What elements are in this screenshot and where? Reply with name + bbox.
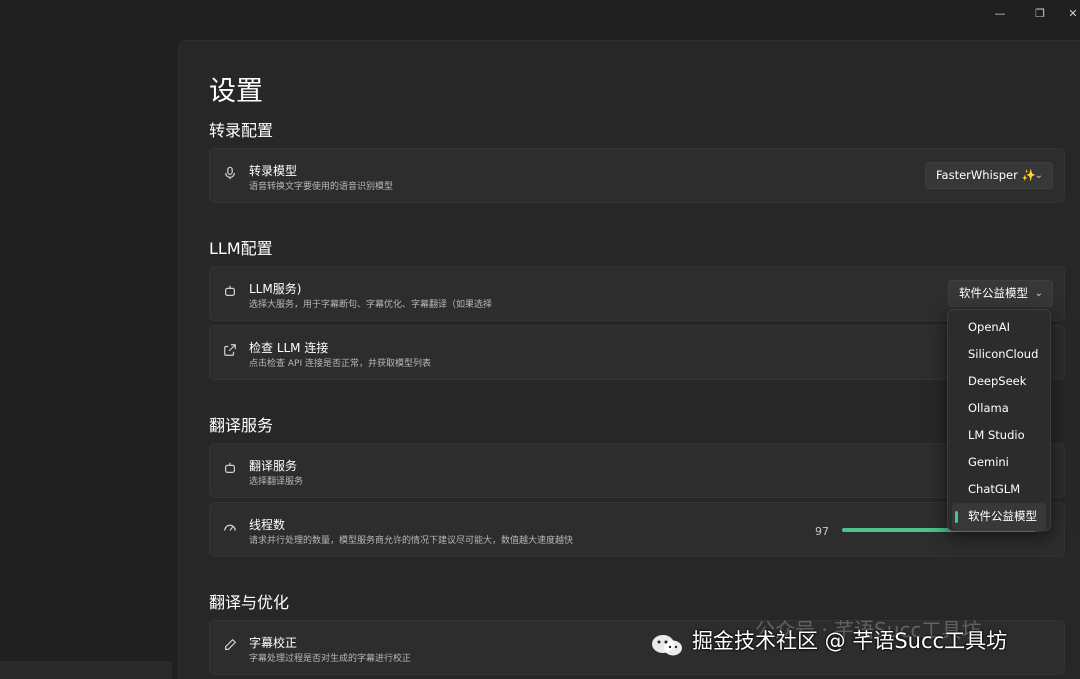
llm-service-dropdown: OpenAI SiliconCloud DeepSeek Ollama LM Studi… bbox=[947, 309, 1051, 531]
section-title-optimize: 翻译与优化 bbox=[209, 593, 290, 612]
restore-icon[interactable]: ❐ bbox=[1025, 4, 1055, 24]
card-description: 选择翻译服务 bbox=[249, 477, 304, 487]
speedometer-icon bbox=[222, 520, 238, 538]
card-title: 字幕校正 bbox=[249, 636, 298, 650]
watermark-text: 掘金技术社区 @ 芊语Succ工具坊 bbox=[692, 629, 1008, 653]
dropdown-item[interactable]: Gemini bbox=[952, 449, 1046, 476]
card-description: 语音转换文字要使用的语音识别模型 bbox=[249, 182, 394, 192]
card-llm-service: LLM服务) 选择大服务，用于字幕断句、字幕优化、字幕翻译（如果选择 软件公益模… bbox=[209, 266, 1065, 321]
thread-count-value: 97 bbox=[815, 525, 829, 538]
card-description: 点击检查 API 连接是否正常，并获取模型列表 bbox=[249, 359, 431, 369]
card-description: 字幕处理过程是否对生成的字幕进行校正 bbox=[249, 654, 412, 664]
dropdown-item[interactable]: LM Studio bbox=[952, 422, 1046, 449]
robot-icon bbox=[222, 461, 238, 479]
card-transcribe-model: 转录模型 语音转换文字要使用的语音识别模型 FasterWhisper ✨ ⌄ bbox=[209, 148, 1065, 203]
card-description: 请求并行处理的数量，模型服务商允许的情况下建议尽可能大，数值越大速度越快 bbox=[249, 536, 574, 546]
wechat-icon bbox=[650, 630, 684, 656]
select-value: FasterWhisper bbox=[936, 168, 1018, 182]
watermark: 掘金技术社区 @ 芊语Succ工具坊 bbox=[650, 621, 1070, 661]
section-title-transcribe: 转录配置 bbox=[209, 121, 274, 140]
robot-icon bbox=[222, 284, 238, 302]
card-check-llm[interactable]: 检查 LLM 连接 点击检查 API 连接是否正常，并获取模型列表 bbox=[209, 325, 1065, 380]
microphone-icon bbox=[222, 166, 238, 184]
sidebar bbox=[0, 40, 178, 679]
dropdown-item[interactable]: 软件公益模型 bbox=[952, 503, 1046, 530]
card-title: 检查 LLM 连接 bbox=[249, 341, 329, 355]
title-bar: — ❐ ✕ bbox=[0, 0, 1080, 40]
external-link-icon bbox=[222, 343, 238, 361]
dropdown-item[interactable]: Ollama bbox=[952, 395, 1046, 422]
pencil-icon bbox=[222, 638, 238, 656]
card-title: 线程数 bbox=[249, 518, 286, 532]
close-icon[interactable]: ✕ bbox=[1058, 4, 1080, 24]
settings-content: 设置 转录配置 转录模型 语音转换文字要使用的语音识别模型 FasterWhis… bbox=[178, 40, 1080, 679]
chevron-down-icon: ⌄ bbox=[1034, 288, 1043, 299]
card-description: 选择大服务，用于字幕断句、字幕优化、字幕翻译（如果选择 bbox=[249, 300, 493, 310]
section-title-llm: LLM配置 bbox=[209, 239, 273, 258]
card-thread-count: 线程数 请求并行处理的数量，模型服务商允许的情况下建议尽可能大，数值越大速度越快… bbox=[209, 502, 1065, 557]
transcribe-model-select[interactable]: FasterWhisper ✨ ⌄ bbox=[925, 162, 1053, 189]
sidebar-footer bbox=[0, 661, 172, 679]
section-title-translate: 翻译服务 bbox=[209, 416, 274, 435]
dropdown-item[interactable]: DeepSeek bbox=[952, 368, 1046, 395]
llm-service-select[interactable]: 软件公益模型 ⌄ bbox=[948, 280, 1053, 307]
chevron-down-icon: ⌄ bbox=[1034, 170, 1043, 181]
dropdown-item[interactable]: SiliconCloud bbox=[952, 341, 1046, 368]
dropdown-item[interactable]: OpenAI bbox=[952, 314, 1046, 341]
card-title: LLM服务) bbox=[249, 282, 302, 296]
page-title: 设置 bbox=[209, 76, 263, 107]
minimize-icon[interactable]: — bbox=[985, 4, 1015, 24]
select-value: 软件公益模型 bbox=[959, 286, 1028, 300]
dropdown-item[interactable]: ChatGLM bbox=[952, 476, 1046, 503]
card-translate-service: 翻译服务 选择翻译服务 bbox=[209, 443, 1065, 498]
card-title: 翻译服务 bbox=[249, 459, 298, 473]
card-title: 转录模型 bbox=[249, 164, 298, 178]
